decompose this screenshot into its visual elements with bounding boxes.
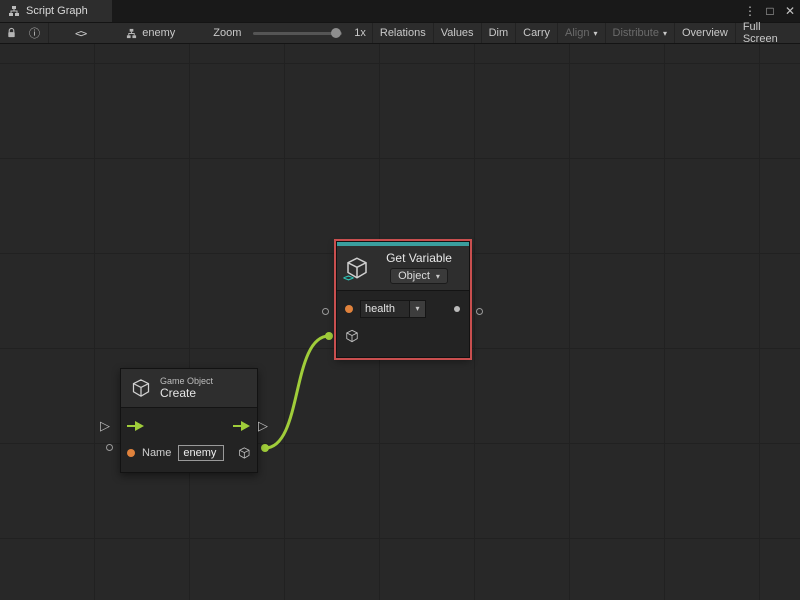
game-object-port-icon[interactable] — [345, 329, 359, 343]
title-bar: Script Graph ⋮ □ ✕ — [0, 0, 800, 22]
param-label: Name — [142, 447, 171, 459]
wire-start-port[interactable] — [261, 444, 269, 452]
create-body: Name — [121, 408, 257, 472]
menu-icon[interactable]: ⋮ — [740, 0, 760, 22]
graph-asset[interactable]: enemy — [120, 23, 181, 43]
get-variable-node[interactable]: <> Get Variable Object ▾ ▾ — [336, 241, 470, 358]
zoom-slider[interactable] — [253, 32, 342, 35]
toolbar-button-group: Relations Values Dim Carry Align ▾ Distr… — [372, 23, 800, 43]
variable-name-dropdown[interactable]: ▾ — [410, 300, 426, 318]
tab-script-graph[interactable]: Script Graph — [0, 0, 112, 22]
graph-toolbar: ⓘ <> enemy Zoom 1x Relations Values Dim … — [0, 22, 800, 44]
tab-title: Script Graph — [26, 5, 88, 17]
align-button[interactable]: Align ▾ — [557, 23, 604, 43]
relations-label: Relations — [380, 27, 426, 39]
game-object-cube-icon — [131, 378, 151, 398]
values-button[interactable]: Values — [433, 23, 481, 43]
create-flow-out-port[interactable]: ▷ — [258, 419, 268, 432]
node-title: Get Variable — [386, 251, 452, 265]
variable-scope-dropdown[interactable]: Object ▾ — [390, 268, 448, 284]
flow-out-arrow-icon[interactable] — [233, 421, 251, 431]
get-variable-right-port[interactable] — [476, 308, 483, 315]
name-value-input[interactable] — [178, 445, 224, 461]
get-variable-left-port[interactable] — [322, 308, 329, 315]
get-variable-body: ▾ — [337, 290, 469, 357]
create-node[interactable]: Game Object Create Name — [120, 368, 258, 473]
node-category: Game Object — [160, 376, 213, 386]
inspect-button[interactable]: ⓘ — [23, 23, 46, 43]
align-label: Align — [565, 27, 589, 39]
chevron-down-icon: ▾ — [593, 29, 597, 38]
maximize-icon[interactable]: □ — [760, 0, 780, 22]
values-label: Values — [441, 27, 474, 39]
code-badge-icon: <> — [343, 273, 353, 284]
distribute-button[interactable]: Distribute ▾ — [605, 23, 674, 43]
fullscreen-label: Full Screen — [743, 21, 793, 45]
name-input-port[interactable] — [127, 449, 135, 457]
get-variable-header[interactable]: <> Get Variable Object ▾ — [337, 246, 469, 290]
create-name-in-port[interactable] — [106, 444, 113, 451]
node-title: Create — [160, 386, 213, 400]
close-icon[interactable]: ✕ — [780, 0, 800, 22]
create-header-text: Game Object Create — [160, 376, 213, 400]
flow-port-row — [127, 412, 251, 439]
overview-label: Overview — [682, 27, 728, 39]
chevron-down-icon: ▾ — [415, 304, 419, 313]
scope-label: Object — [398, 270, 430, 282]
graph-canvas[interactable]: <> Get Variable Object ▾ ▾ — [0, 44, 800, 600]
value-output-port[interactable] — [454, 306, 460, 312]
carry-button[interactable]: Carry — [515, 23, 557, 43]
zoom-slider-handle[interactable] — [331, 28, 341, 38]
zoom-label: Zoom — [207, 23, 247, 43]
variable-cube-icon: <> — [345, 256, 369, 280]
lock-button[interactable] — [0, 23, 23, 43]
edit-graph-button[interactable]: <> — [69, 23, 92, 43]
relations-button[interactable]: Relations — [372, 23, 433, 43]
variable-name-field: ▾ — [360, 300, 426, 318]
variable-name-input[interactable] — [360, 300, 410, 318]
get-variable-header-text: Get Variable Object ▾ — [377, 251, 461, 284]
chevron-down-icon: ▾ — [663, 29, 667, 38]
zoom-value: 1x — [348, 23, 372, 43]
object-port-row — [345, 322, 461, 349]
create-flow-in-port[interactable]: ▷ — [100, 419, 110, 432]
info-icon: ⓘ — [29, 25, 40, 41]
overview-button[interactable]: Overview — [674, 23, 735, 43]
graph-icon — [8, 5, 20, 17]
create-header[interactable]: Game Object Create — [121, 369, 257, 408]
chevron-down-icon: ▾ — [436, 272, 440, 281]
connection-wire[interactable] — [265, 336, 329, 448]
lock-icon — [6, 27, 17, 39]
distribute-label: Distribute — [613, 27, 659, 39]
carry-label: Carry — [523, 27, 550, 39]
game-object-output-icon[interactable] — [238, 446, 251, 460]
code-icon: <> — [75, 27, 86, 40]
flow-in-arrow-icon[interactable] — [127, 421, 145, 431]
name-param-row: Name — [127, 439, 251, 466]
fullscreen-button[interactable]: Full Screen — [735, 23, 800, 43]
wire-end-port[interactable] — [325, 332, 333, 340]
variable-name-row: ▾ — [345, 295, 461, 322]
value-input-port[interactable] — [345, 305, 353, 313]
dim-label: Dim — [489, 27, 509, 39]
dim-button[interactable]: Dim — [481, 23, 516, 43]
script-graph-asset-icon — [126, 28, 137, 39]
toolbar-separator — [48, 23, 49, 43]
graph-asset-name: enemy — [142, 27, 175, 39]
window-controls: ⋮ □ ✕ — [740, 0, 800, 22]
